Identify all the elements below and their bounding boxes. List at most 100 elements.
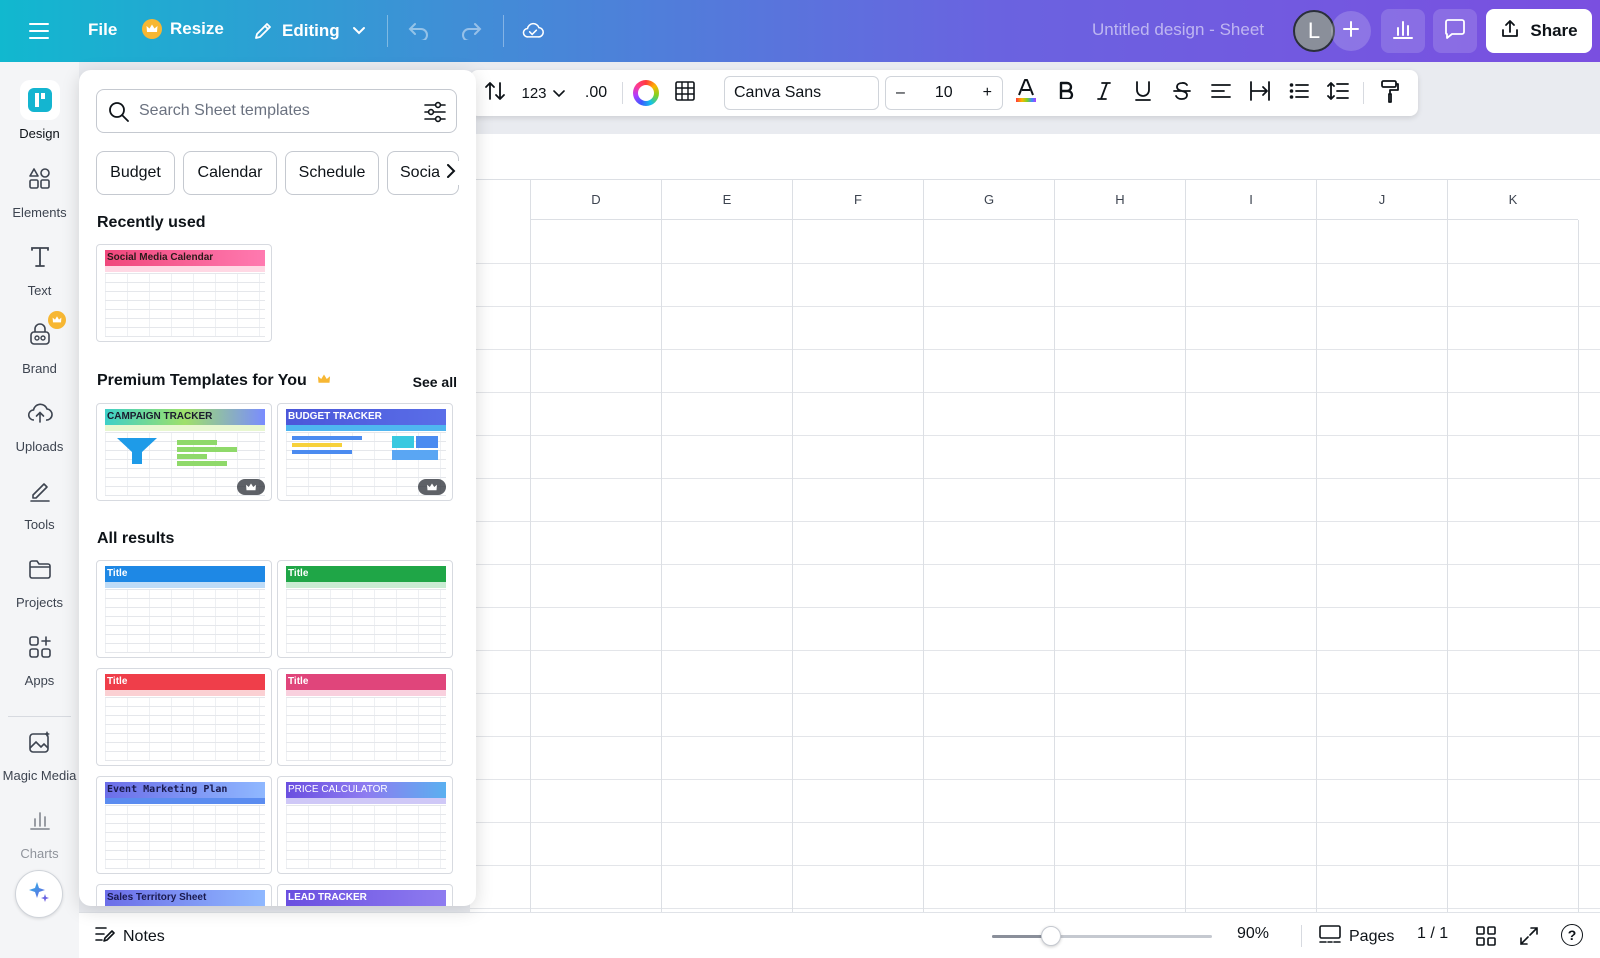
fullscreen-button[interactable]	[1519, 926, 1539, 951]
notes-button[interactable]: Notes	[95, 925, 165, 948]
menu-button[interactable]	[28, 20, 50, 42]
rail-item-uploads[interactable]: Uploads	[0, 393, 79, 454]
font-family-dropdown[interactable]: Canva Sans	[724, 76, 879, 110]
grid-row-line	[470, 521, 1600, 522]
rail-item-magic-media[interactable]: Magic Media	[0, 722, 79, 783]
text-color-button[interactable]	[1008, 70, 1044, 116]
spacing-button[interactable]	[1320, 70, 1356, 116]
rail-item-apps[interactable]: Apps	[0, 627, 79, 688]
template-rows	[286, 805, 446, 869]
cloud-save-status[interactable]	[522, 20, 544, 42]
number-format-dropdown[interactable]: 123	[518, 70, 568, 116]
column-header-i[interactable]: I	[1185, 180, 1316, 220]
column-header-k[interactable]: K	[1447, 180, 1578, 220]
template-thumbnail-campaign-tracker[interactable]: CAMPAIGN TRACKER	[96, 403, 272, 501]
grid-column-line	[1185, 220, 1186, 912]
text-align-button[interactable]	[1203, 70, 1239, 116]
pencil-icon	[252, 20, 274, 42]
template-subheader	[286, 425, 446, 431]
formula-bar[interactable]	[470, 134, 1600, 180]
font-size-value[interactable]: 10	[935, 84, 953, 102]
font-size-increase-button[interactable]: +	[983, 84, 992, 102]
align-left-icon	[1211, 83, 1231, 104]
file-menu-button[interactable]: File	[88, 20, 117, 40]
font-size-stepper[interactable]: – 10 +	[885, 76, 1003, 110]
template-thumbnail-event-marketing-plan[interactable]: Event Marketing Plan	[96, 776, 272, 874]
rail-item-projects[interactable]: Projects	[0, 549, 79, 610]
zoom-level-button[interactable]: 90%	[1237, 925, 1269, 943]
template-thumbnail-red[interactable]: Title	[96, 668, 272, 766]
grid-row-line	[470, 607, 1600, 608]
search-input[interactable]	[139, 102, 409, 120]
sort-button[interactable]	[480, 70, 510, 116]
chip-budget[interactable]: Budget	[96, 151, 175, 195]
template-title: Title	[286, 566, 446, 582]
list-button[interactable]	[1281, 70, 1317, 116]
font-size-decrease-button[interactable]: –	[896, 84, 905, 102]
vertical-align-button[interactable]	[1242, 70, 1278, 116]
insights-button[interactable]	[1381, 9, 1425, 53]
rail-item-tools[interactable]: Tools	[0, 471, 79, 532]
chips-scroll-right-button[interactable]	[440, 161, 462, 185]
toolbar-divider	[1363, 82, 1364, 104]
template-thumbnail-pink[interactable]: Title	[277, 668, 453, 766]
column-header-f[interactable]: F	[792, 180, 923, 220]
page-count-label: 1 / 1	[1417, 925, 1449, 942]
rail-item-charts[interactable]: Charts	[0, 800, 79, 861]
zoom-slider-thumb[interactable]	[1041, 926, 1062, 946]
template-thumbnail-social-media-calendar[interactable]: Social Media Calendar	[96, 244, 272, 342]
undo-button[interactable]	[408, 20, 430, 42]
filter-icon[interactable]	[424, 101, 446, 128]
editing-mode-button[interactable]: Editing	[252, 20, 370, 42]
editing-label: Editing	[282, 21, 340, 40]
column-header-e[interactable]: E	[661, 180, 792, 220]
template-search[interactable]	[96, 89, 457, 133]
rail-item-brand[interactable]: Brand	[0, 311, 79, 376]
comments-button[interactable]	[1433, 9, 1477, 53]
paint-format-button[interactable]	[1370, 70, 1410, 116]
rail-item-text[interactable]: Text	[0, 237, 79, 298]
column-header-h[interactable]: H	[1054, 180, 1185, 220]
template-title: LEAD TRACKER	[286, 890, 446, 906]
redo-button[interactable]	[460, 20, 482, 42]
column-header-g[interactable]: G	[923, 180, 1054, 220]
zoom-slider[interactable]	[992, 926, 1212, 946]
italic-button[interactable]	[1086, 70, 1122, 116]
underline-button[interactable]	[1125, 70, 1161, 116]
align-arrow-icon	[1249, 80, 1271, 106]
template-thumbnail-sales-territory-sheet[interactable]: Sales Territory Sheet	[96, 884, 272, 906]
help-button[interactable]: ?	[1561, 924, 1583, 946]
share-button[interactable]: Share	[1486, 9, 1592, 53]
template-thumbnail-lead-tracker[interactable]: LEAD TRACKER	[277, 884, 453, 906]
pages-button[interactable]: Pages	[1319, 925, 1394, 948]
chip-schedule[interactable]: Schedule	[285, 151, 379, 195]
chip-calendar[interactable]: Calendar	[183, 151, 277, 195]
see-all-link[interactable]: See all	[413, 374, 457, 390]
template-thumbnail-blue[interactable]: Title	[96, 560, 272, 658]
column-header-j[interactable]: J	[1316, 180, 1447, 220]
topbar-divider	[503, 15, 504, 47]
design-title[interactable]: Untitled design - Sheet	[1092, 20, 1264, 40]
template-thumbnail-budget-tracker[interactable]: BUDGET TRACKER	[277, 403, 453, 501]
template-title: Social Media Calendar	[105, 250, 265, 266]
magic-assistant-button[interactable]	[15, 870, 63, 918]
resize-button[interactable]: Resize	[142, 19, 224, 39]
bold-button[interactable]	[1048, 70, 1084, 116]
grid-view-button[interactable]	[1476, 926, 1496, 951]
add-collaborator-button[interactable]	[1331, 11, 1371, 51]
spreadsheet-grid[interactable]: D E F G H I J K	[470, 134, 1600, 912]
font-family-value: Canva Sans	[734, 84, 822, 101]
topbar-divider	[387, 15, 388, 47]
template-rows	[105, 805, 265, 869]
borders-button[interactable]	[668, 70, 702, 116]
template-thumbnail-green[interactable]: Title	[277, 560, 453, 658]
decimal-places-button[interactable]: .00	[578, 70, 614, 116]
template-thumbnail-price-calculator[interactable]: PRICE CALCULATOR	[277, 776, 453, 874]
fill-color-button[interactable]	[630, 70, 662, 116]
premium-badge	[418, 479, 446, 495]
strikethrough-button[interactable]	[1164, 70, 1200, 116]
rail-item-design[interactable]: Design	[0, 80, 79, 141]
rail-item-elements[interactable]: Elements	[0, 159, 79, 220]
column-header-d[interactable]: D	[530, 180, 661, 220]
avatar[interactable]: L	[1293, 10, 1335, 52]
